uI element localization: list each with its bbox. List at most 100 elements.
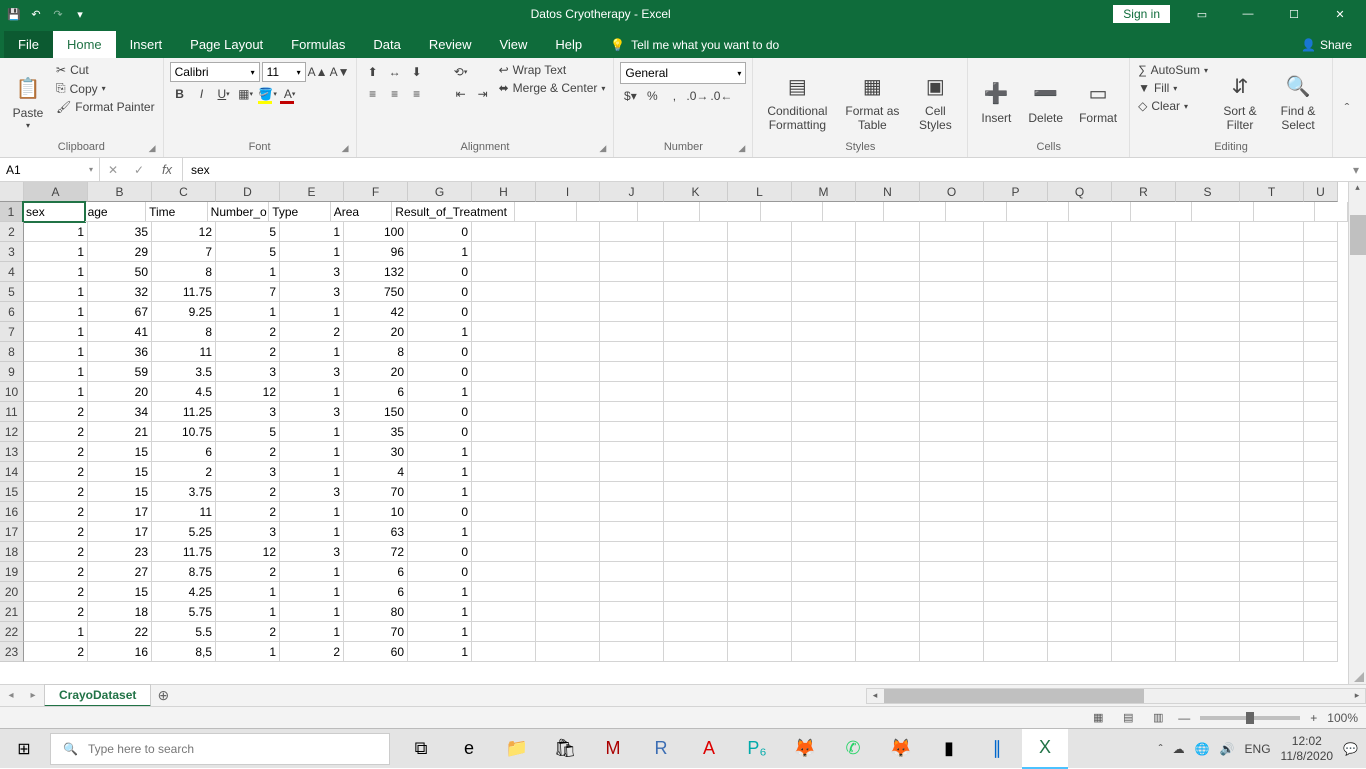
- cell[interactable]: 0: [408, 222, 472, 242]
- tab-view[interactable]: View: [485, 31, 541, 58]
- cell[interactable]: 3: [280, 282, 344, 302]
- cell[interactable]: [856, 222, 920, 242]
- cell[interactable]: 11: [152, 342, 216, 362]
- cell[interactable]: 29: [88, 242, 152, 262]
- cell[interactable]: 1: [24, 222, 88, 242]
- cell[interactable]: [856, 642, 920, 662]
- cell[interactable]: [1112, 442, 1176, 462]
- copy-button[interactable]: ⎘Copy▾: [54, 80, 157, 97]
- fill-button[interactable]: ▼Fill▾: [1136, 80, 1210, 96]
- cell[interactable]: [664, 362, 728, 382]
- cell[interactable]: [728, 322, 792, 342]
- column-header-K[interactable]: K: [664, 182, 728, 202]
- cell[interactable]: [600, 622, 664, 642]
- cell[interactable]: [920, 642, 984, 662]
- cell[interactable]: [1112, 642, 1176, 662]
- cell[interactable]: [664, 502, 728, 522]
- cell[interactable]: [664, 222, 728, 242]
- cell[interactable]: 7: [152, 242, 216, 262]
- percent-icon[interactable]: %: [642, 86, 662, 106]
- cell[interactable]: 67: [88, 302, 152, 322]
- cell[interactable]: [638, 202, 700, 222]
- cell[interactable]: [728, 302, 792, 322]
- conditional-formatting-button[interactable]: ▤Conditional Formatting: [759, 62, 835, 141]
- cell[interactable]: [1240, 242, 1304, 262]
- clock[interactable]: 12:02 11/8/2020: [1281, 734, 1334, 763]
- cell[interactable]: [856, 502, 920, 522]
- cell[interactable]: [920, 582, 984, 602]
- cell[interactable]: sex: [23, 202, 85, 222]
- cell[interactable]: [792, 342, 856, 362]
- tab-page-layout[interactable]: Page Layout: [176, 31, 277, 58]
- cell[interactable]: [1240, 542, 1304, 562]
- cell[interactable]: 3: [216, 402, 280, 422]
- cell[interactable]: [472, 642, 536, 662]
- cell[interactable]: 2: [24, 402, 88, 422]
- cell[interactable]: [1304, 602, 1338, 622]
- cell[interactable]: 20: [344, 322, 408, 342]
- cell[interactable]: [1048, 482, 1112, 502]
- cell[interactable]: [920, 342, 984, 362]
- cell[interactable]: 2: [216, 502, 280, 522]
- cell[interactable]: [1240, 282, 1304, 302]
- cell[interactable]: [1048, 242, 1112, 262]
- cell[interactable]: 6: [344, 582, 408, 602]
- cell[interactable]: 2: [216, 342, 280, 362]
- sheet-nav-first-icon[interactable]: ◂: [0, 690, 22, 701]
- save-icon[interactable]: 💾: [6, 6, 22, 22]
- cell[interactable]: 42: [344, 302, 408, 322]
- firefox-icon[interactable]: 🦊: [782, 729, 828, 769]
- cell[interactable]: 1: [280, 562, 344, 582]
- vscroll-thumb[interactable]: [1350, 215, 1366, 255]
- insert-cells-button[interactable]: ➕Insert: [974, 62, 1018, 141]
- cell[interactable]: [600, 522, 664, 542]
- cell[interactable]: [1112, 402, 1176, 422]
- align-bottom-icon[interactable]: ⬇: [407, 62, 427, 82]
- cell[interactable]: [600, 262, 664, 282]
- cell[interactable]: 0: [408, 282, 472, 302]
- cell[interactable]: 7: [216, 282, 280, 302]
- cell[interactable]: 70: [344, 622, 408, 642]
- network-icon[interactable]: 🌐: [1195, 742, 1210, 756]
- cell[interactable]: [1131, 202, 1193, 222]
- sign-in-button[interactable]: Sign in: [1113, 5, 1170, 23]
- cell[interactable]: 6: [344, 562, 408, 582]
- column-header-A[interactable]: A: [24, 182, 88, 202]
- format-as-table-button[interactable]: ▦Format as Table: [839, 62, 905, 141]
- cell[interactable]: 100: [344, 222, 408, 242]
- cell[interactable]: [856, 462, 920, 482]
- cell[interactable]: 35: [344, 422, 408, 442]
- cell[interactable]: [1176, 442, 1240, 462]
- cell[interactable]: [536, 302, 600, 322]
- cell[interactable]: [920, 562, 984, 582]
- cell[interactable]: 0: [408, 562, 472, 582]
- cell[interactable]: [1048, 282, 1112, 302]
- cell[interactable]: 4.5: [152, 382, 216, 402]
- horizontal-scrollbar[interactable]: ◂ ▸: [866, 688, 1366, 704]
- cell[interactable]: [984, 502, 1048, 522]
- cell[interactable]: [1240, 522, 1304, 542]
- cell[interactable]: [920, 382, 984, 402]
- cell[interactable]: [856, 522, 920, 542]
- cell[interactable]: 11.25: [152, 402, 216, 422]
- cell[interactable]: [472, 402, 536, 422]
- cell[interactable]: 1: [280, 422, 344, 442]
- cell[interactable]: 12: [152, 222, 216, 242]
- cell[interactable]: 1: [280, 302, 344, 322]
- cell[interactable]: [728, 542, 792, 562]
- fill-color-button[interactable]: 🪣▾: [258, 84, 278, 104]
- cell[interactable]: [823, 202, 885, 222]
- cell[interactable]: [856, 482, 920, 502]
- cell[interactable]: [600, 562, 664, 582]
- cell[interactable]: 72: [344, 542, 408, 562]
- cell[interactable]: 11.75: [152, 542, 216, 562]
- cell[interactable]: [856, 242, 920, 262]
- cell[interactable]: [984, 462, 1048, 482]
- cell[interactable]: [792, 402, 856, 422]
- cell[interactable]: [728, 242, 792, 262]
- cell[interactable]: [1240, 642, 1304, 662]
- cell[interactable]: Number_o: [208, 202, 270, 222]
- cell[interactable]: [1048, 342, 1112, 362]
- cell[interactable]: [984, 222, 1048, 242]
- cell[interactable]: [600, 582, 664, 602]
